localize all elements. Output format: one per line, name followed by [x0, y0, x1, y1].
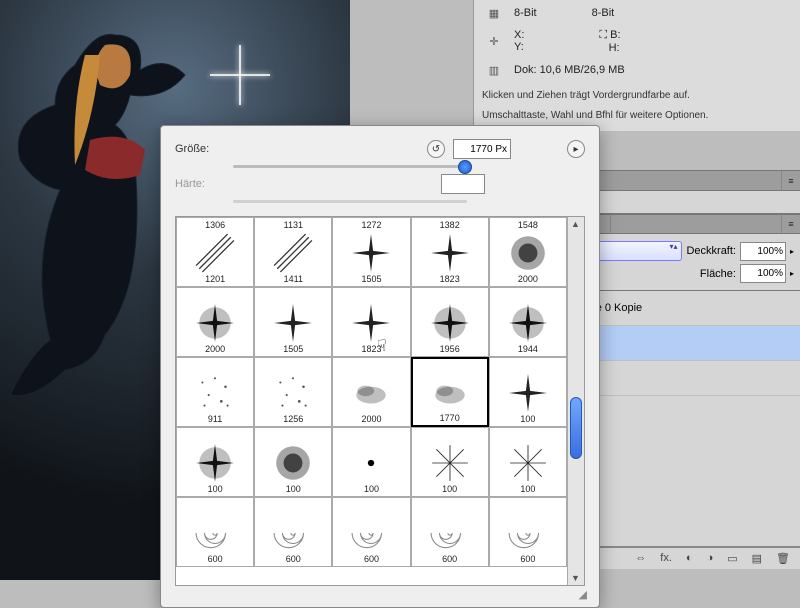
brush-preset[interactable]: 600 — [332, 497, 410, 567]
scroll-up-icon[interactable]: ▲ — [571, 219, 580, 229]
resize-grip-icon[interactable]: ◢ — [579, 588, 585, 601]
hardness-slider — [233, 200, 467, 203]
brush-picker-popup: Größe: ↺ ▸ Härte: 1306120111311411127215… — [160, 125, 600, 608]
brush-preset[interactable]: 1770 — [411, 357, 489, 427]
size-label: Größe: — [175, 143, 225, 155]
tool-hint-2: Umschalttaste, Wahl und Bfhl für weitere… — [482, 109, 792, 123]
panel-flyout-icon[interactable]: ≡ — [781, 171, 800, 190]
brush-preset[interactable]: 2000 — [332, 357, 410, 427]
fill-flyout-icon[interactable]: ▸ — [790, 269, 794, 278]
adjust-icon[interactable]: ◑ — [707, 552, 714, 565]
info-panel: ▦ 8-Bit 8-Bit ✛ X:Y: ⛶ B: H: ▥ Dok: 10,6… — [473, 0, 800, 131]
brush-scrollbar[interactable]: ▲ ▼ — [567, 217, 584, 585]
popup-flyout-icon[interactable]: ▸ — [567, 140, 585, 158]
link-layers-icon[interactable]: ⇔ — [635, 552, 646, 565]
doc-icon: ▥ — [482, 60, 506, 80]
opacity-flyout-icon[interactable]: ▸ — [790, 247, 794, 256]
size-slider[interactable] — [233, 165, 467, 168]
brush-preset[interactable]: 1505 — [254, 287, 332, 357]
brush-preset[interactable]: 911 — [176, 357, 254, 427]
crosshair-icon: ✛ — [482, 32, 506, 52]
hardness-input[interactable] — [441, 174, 485, 194]
brush-preset[interactable]: 13821823 — [411, 217, 489, 287]
brush-preset[interactable]: 15482000 — [489, 217, 567, 287]
brush-preset[interactable]: 600 — [489, 497, 567, 567]
brush-preset[interactable]: 11311411 — [254, 217, 332, 287]
brush-preset[interactable]: 100 — [411, 427, 489, 497]
opacity-input[interactable] — [740, 242, 786, 261]
brush-preset[interactable]: 1256 — [254, 357, 332, 427]
layers-flyout-icon[interactable]: ≡ — [781, 215, 800, 233]
brush-preset[interactable]: 100 — [332, 427, 410, 497]
hardness-label: Härte: — [175, 178, 225, 190]
reset-size-icon[interactable]: ↺ — [427, 140, 445, 158]
size-slider-thumb[interactable] — [458, 160, 472, 174]
brush-preset[interactable]: 600 — [254, 497, 332, 567]
trash-icon[interactable]: 🗑 — [776, 552, 790, 565]
mask-icon[interactable]: ◐ — [686, 552, 693, 565]
brush-grid: 1306120111311411127215051382182315482000… — [176, 217, 567, 585]
bit-right: 8-Bit — [592, 7, 615, 19]
scroll-thumb[interactable] — [570, 397, 582, 459]
brush-preset[interactable]: 100 — [176, 427, 254, 497]
opacity-label: Deckkraft: — [686, 245, 736, 257]
new-layer-icon[interactable]: ▤ — [752, 552, 762, 565]
brush-preset[interactable]: 100 — [489, 357, 567, 427]
brush-preset[interactable]: 100 — [489, 427, 567, 497]
brush-preset[interactable]: 1944 — [489, 287, 567, 357]
star-flare — [210, 45, 270, 105]
brush-preset[interactable]: 600 — [411, 497, 489, 567]
scroll-down-icon[interactable]: ▼ — [571, 573, 580, 583]
folder-icon[interactable]: ▭ — [727, 552, 737, 565]
tool-hint-1: Klicken und Ziehen trägt Vordergrundfarb… — [482, 89, 792, 103]
brush-preset[interactable]: 600 — [176, 497, 254, 567]
brush-preset[interactable]: 100 — [254, 427, 332, 497]
brush-preset[interactable]: 1956 — [411, 287, 489, 357]
doc-size: Dok: 10,6 MB/26,9 MB — [514, 64, 625, 76]
fx-icon[interactable]: fx. — [660, 552, 672, 565]
brush-preset[interactable]: 12721505 — [332, 217, 410, 287]
fill-input[interactable] — [740, 264, 786, 283]
brush-preset[interactable]: 1823 — [332, 287, 410, 357]
brush-preset[interactable]: 13061201 — [176, 217, 254, 287]
dim-icon: ⛶ — [599, 29, 607, 41]
brush-scroll-area: 1306120111311411127215051382182315482000… — [175, 216, 585, 586]
fill-label: Fläche: — [700, 268, 736, 280]
bit-left: 8-Bit — [514, 7, 537, 19]
brush-size-input[interactable] — [453, 139, 511, 159]
brush-preset[interactable]: 2000 — [176, 287, 254, 357]
mode-icon: ▦ — [482, 3, 506, 23]
